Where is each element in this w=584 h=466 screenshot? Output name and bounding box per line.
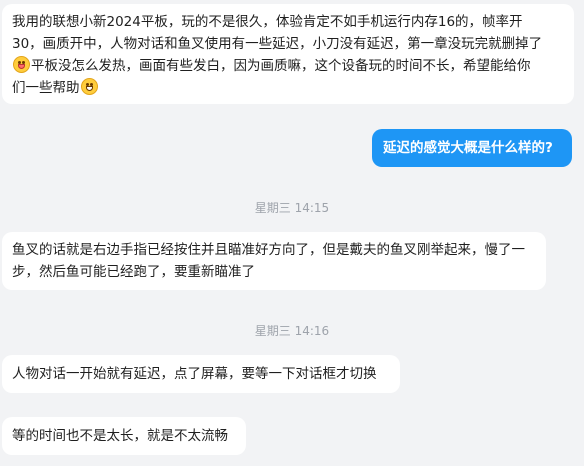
message-line: 步，然后鱼可能已经跑了，要重新瞄准了 bbox=[12, 264, 255, 280]
message-text: 延迟的感觉大概是什么样的? bbox=[383, 140, 553, 156]
grinning-face-emoji-icon bbox=[80, 78, 98, 95]
message-line: 鱼叉的话就是右边手指已经按住并且瞄准好方向了，但是戴夫的鱼叉刚举起来，慢了一 bbox=[12, 242, 525, 258]
message-bubble-incoming[interactable]: 人物对话一开始就有延迟，点了屏幕，要等一下对话框才切换 bbox=[2, 355, 400, 393]
message-bubble-incoming[interactable]: 我用的联想小新2024平板，玩的不是很久，体验肯定不如手机运行内存16的，帧率开… bbox=[2, 4, 574, 104]
message-bubble-incoming[interactable]: 鱼叉的话就是右边手指已经按住并且瞄准好方向了，但是戴夫的鱼叉刚举起来，慢了一 步… bbox=[2, 232, 546, 290]
message-text: 人物对话一开始就有延迟，点了屏幕，要等一下对话框才切换 bbox=[12, 366, 377, 382]
message-text: 等的时间也不是太长，就是不太流畅 bbox=[12, 428, 228, 444]
message-line-text: 们一些帮助 bbox=[12, 80, 80, 96]
message-line-text: 平板没怎么发热，画面有些发白，因为画质嘛，这个设备玩的时间不长，希望能给你 bbox=[31, 58, 531, 74]
message-line: 平板没怎么发热，画面有些发白，因为画质嘛，这个设备玩的时间不长，希望能给你 bbox=[12, 55, 564, 77]
chat-thread[interactable]: 我用的联想小新2024平板，玩的不是很久，体验肯定不如手机运行内存16的，帧率开… bbox=[0, 0, 584, 466]
message-bubble-outgoing[interactable]: 延迟的感觉大概是什么样的? bbox=[372, 129, 572, 167]
message-line: 30，画质开中，人物对话和鱼叉使用有一些延迟，小刀没有延迟，第一章没玩完就删掉了 bbox=[12, 36, 543, 52]
timestamp: 星期三 14:15 bbox=[254, 201, 330, 215]
timestamp: 星期三 14:16 bbox=[254, 324, 330, 338]
message-line: 们一些帮助 bbox=[12, 77, 564, 99]
message-line: 我用的联想小新2024平板，玩的不是很久，体验肯定不如手机运行内存16的，帧率开 bbox=[12, 14, 523, 30]
savoring-face-emoji-icon bbox=[13, 56, 30, 73]
message-bubble-incoming[interactable]: 等的时间也不是太长，就是不太流畅 bbox=[2, 417, 246, 455]
